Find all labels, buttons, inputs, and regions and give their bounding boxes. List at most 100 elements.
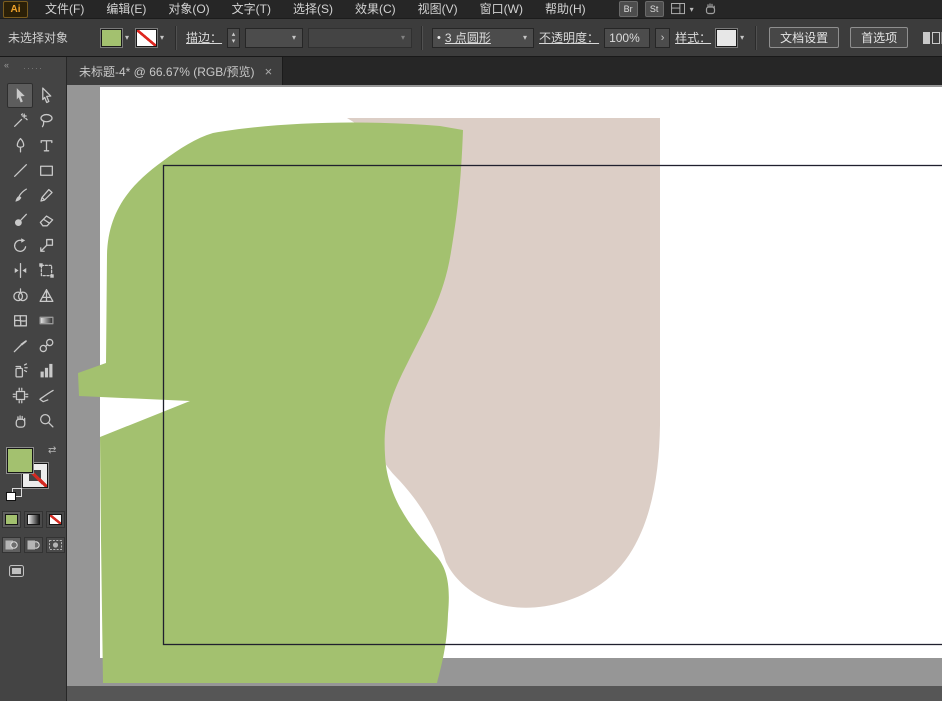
opacity-input[interactable]: 100% xyxy=(604,27,651,48)
color-button[interactable] xyxy=(1,511,21,528)
bridge-button[interactable]: Br xyxy=(618,1,638,17)
lasso-tool[interactable] xyxy=(33,108,59,133)
mesh-tool[interactable] xyxy=(7,308,33,333)
column-graph-tool[interactable] xyxy=(33,358,59,383)
style-picker[interactable]: ▾ xyxy=(716,28,746,47)
menu-item-edit[interactable]: 编辑(E) xyxy=(95,0,157,18)
slice-icon xyxy=(38,389,54,403)
menu-item-view[interactable]: 视图(V) xyxy=(407,0,469,18)
stock-button[interactable]: St xyxy=(644,1,664,17)
fill-swatch[interactable] xyxy=(7,448,33,473)
none-chip-icon xyxy=(48,514,62,525)
screen-mode-button[interactable] xyxy=(7,563,25,578)
eyedropper-tool[interactable] xyxy=(7,333,33,358)
eyedropper-icon xyxy=(13,340,27,353)
menu-item-help[interactable]: 帮助(H) xyxy=(534,0,597,18)
color-type-buttons xyxy=(1,511,65,528)
artboard-tool[interactable] xyxy=(7,383,33,408)
menu-item-window[interactable]: 窗口(W) xyxy=(469,0,534,18)
spinner-down-icon[interactable]: ▾ xyxy=(232,38,236,45)
chevron-down-icon[interactable]: ▾ xyxy=(158,33,166,42)
slice-tool[interactable] xyxy=(33,383,59,408)
menu-item-select[interactable]: 选择(S) xyxy=(282,0,344,18)
pen-tool[interactable] xyxy=(7,133,33,158)
chevron-down-icon[interactable]: ▾ xyxy=(521,33,529,42)
spinner-up-icon[interactable]: ▴ xyxy=(232,31,236,38)
default-fill-stroke-icon[interactable] xyxy=(6,488,22,502)
canvas[interactable] xyxy=(67,85,942,701)
draw-inside-icon xyxy=(48,540,62,550)
main-area: « ····· ⇄ 未标题-4* @ 66.67% (RGB/预览) × xyxy=(0,57,942,701)
width-profile-select[interactable]: ▾ xyxy=(308,27,413,48)
width-tool[interactable] xyxy=(7,258,33,283)
draw-behind-button[interactable] xyxy=(23,537,43,553)
fill-color-swatch[interactable] xyxy=(101,28,122,47)
preferences-button[interactable]: 首选项 xyxy=(850,27,909,48)
stroke-color-picker[interactable]: ▾ xyxy=(136,28,166,47)
zoom-tool[interactable] xyxy=(33,408,59,433)
scale-tool[interactable] xyxy=(33,233,59,258)
width-icon xyxy=(14,262,26,279)
type-tool[interactable] xyxy=(33,133,59,158)
brush-definition-select[interactable]: • 3 点圆形 ▾ xyxy=(432,27,535,48)
direct-selection-tool[interactable] xyxy=(33,83,59,108)
menu-bar: Ai 文件(F) 编辑(E) 对象(O) 文字(T) 选择(S) 效果(C) 视… xyxy=(0,0,942,18)
chevron-down-icon[interactable]: ▾ xyxy=(123,33,131,42)
chevron-down-icon[interactable]: ▾ xyxy=(738,33,746,42)
blend-tool[interactable] xyxy=(33,333,59,358)
panel-grip[interactable]: ····· xyxy=(0,63,66,73)
perspective-grid-tool[interactable] xyxy=(33,283,59,308)
style-label[interactable]: 样式： xyxy=(675,29,711,46)
style-swatch[interactable] xyxy=(716,28,738,47)
menu-item-object[interactable]: 对象(O) xyxy=(157,0,220,18)
rotate-tool[interactable] xyxy=(7,233,33,258)
chevron-down-icon: ▾ xyxy=(689,4,694,14)
blend-icon xyxy=(39,338,53,353)
line-segment-tool[interactable] xyxy=(7,158,33,183)
artboard-icon xyxy=(12,387,28,404)
menu-item-file[interactable]: 文件(F) xyxy=(34,0,95,18)
swap-fill-stroke-icon[interactable]: ⇄ xyxy=(48,445,56,456)
canvas-viewport[interactable] xyxy=(67,85,942,701)
magic-wand-tool[interactable] xyxy=(7,108,33,133)
stroke-weight-stepper[interactable]: ▴ ▾ xyxy=(227,27,241,48)
chevron-down-icon[interactable]: ▾ xyxy=(290,33,298,42)
tab-close-button[interactable]: × xyxy=(265,64,273,79)
app-logo[interactable]: Ai xyxy=(3,0,28,18)
hand-tool[interactable] xyxy=(7,408,33,433)
workspace-switcher[interactable]: ▾ xyxy=(670,3,696,15)
rectangle-tool[interactable] xyxy=(33,158,59,183)
blob-brush-tool[interactable] xyxy=(7,208,33,233)
rectangle-icon xyxy=(39,165,53,176)
opacity-panel-arrow[interactable]: › xyxy=(655,27,671,48)
none-button[interactable] xyxy=(45,511,65,528)
stroke-none-swatch[interactable] xyxy=(136,28,158,47)
fill-stroke-control: ⇄ xyxy=(5,445,61,503)
free-transform-tool[interactable] xyxy=(33,258,59,283)
control-bar: 未选择对象 ▾ ▾ 描边： ▴ ▾ ▾ ▾ • 3 点圆形 ▾ 不透明度： 10… xyxy=(0,18,942,57)
fill-color-picker[interactable]: ▾ xyxy=(101,28,131,47)
paintbrush-tool[interactable] xyxy=(7,183,33,208)
gradient-button[interactable] xyxy=(23,511,43,528)
stroke-weight-label[interactable]: 描边： xyxy=(186,29,222,46)
menu-item-type[interactable]: 文字(T) xyxy=(221,0,282,18)
stroke-weight-select[interactable]: ▾ xyxy=(245,27,304,48)
scale-icon xyxy=(39,238,53,252)
pencil-tool[interactable] xyxy=(33,183,59,208)
selection-tool[interactable] xyxy=(7,83,33,108)
arrange-documents-button[interactable] xyxy=(922,28,942,48)
document-tab[interactable]: 未标题-4* @ 66.67% (RGB/预览) × xyxy=(67,57,284,85)
symbol-sprayer-tool[interactable] xyxy=(7,358,33,383)
draw-normal-button[interactable] xyxy=(1,537,21,553)
selection-icon xyxy=(16,88,25,103)
menu-item-effect[interactable]: 效果(C) xyxy=(344,0,407,18)
separator xyxy=(755,25,758,50)
gradient-tool[interactable] xyxy=(33,308,59,333)
shape-builder-tool[interactable] xyxy=(7,283,33,308)
chevron-down-icon[interactable]: ▾ xyxy=(399,33,407,42)
opacity-label[interactable]: 不透明度： xyxy=(539,29,599,46)
hand-share-icon[interactable] xyxy=(703,1,718,18)
eraser-tool[interactable] xyxy=(33,208,59,233)
document-setup-button[interactable]: 文档设置 xyxy=(769,27,840,48)
draw-inside-button[interactable] xyxy=(45,537,65,553)
